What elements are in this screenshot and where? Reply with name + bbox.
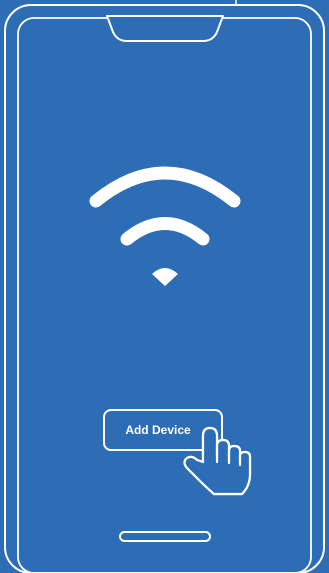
phone-screen-frame <box>17 17 312 573</box>
phone-outer-frame <box>4 4 325 573</box>
home-indicator <box>119 531 211 542</box>
add-device-button[interactable]: Add Device <box>103 409 223 451</box>
phone-illustration <box>4 0 325 573</box>
wifi-icon <box>89 166 241 286</box>
phone-notch <box>106 15 224 42</box>
